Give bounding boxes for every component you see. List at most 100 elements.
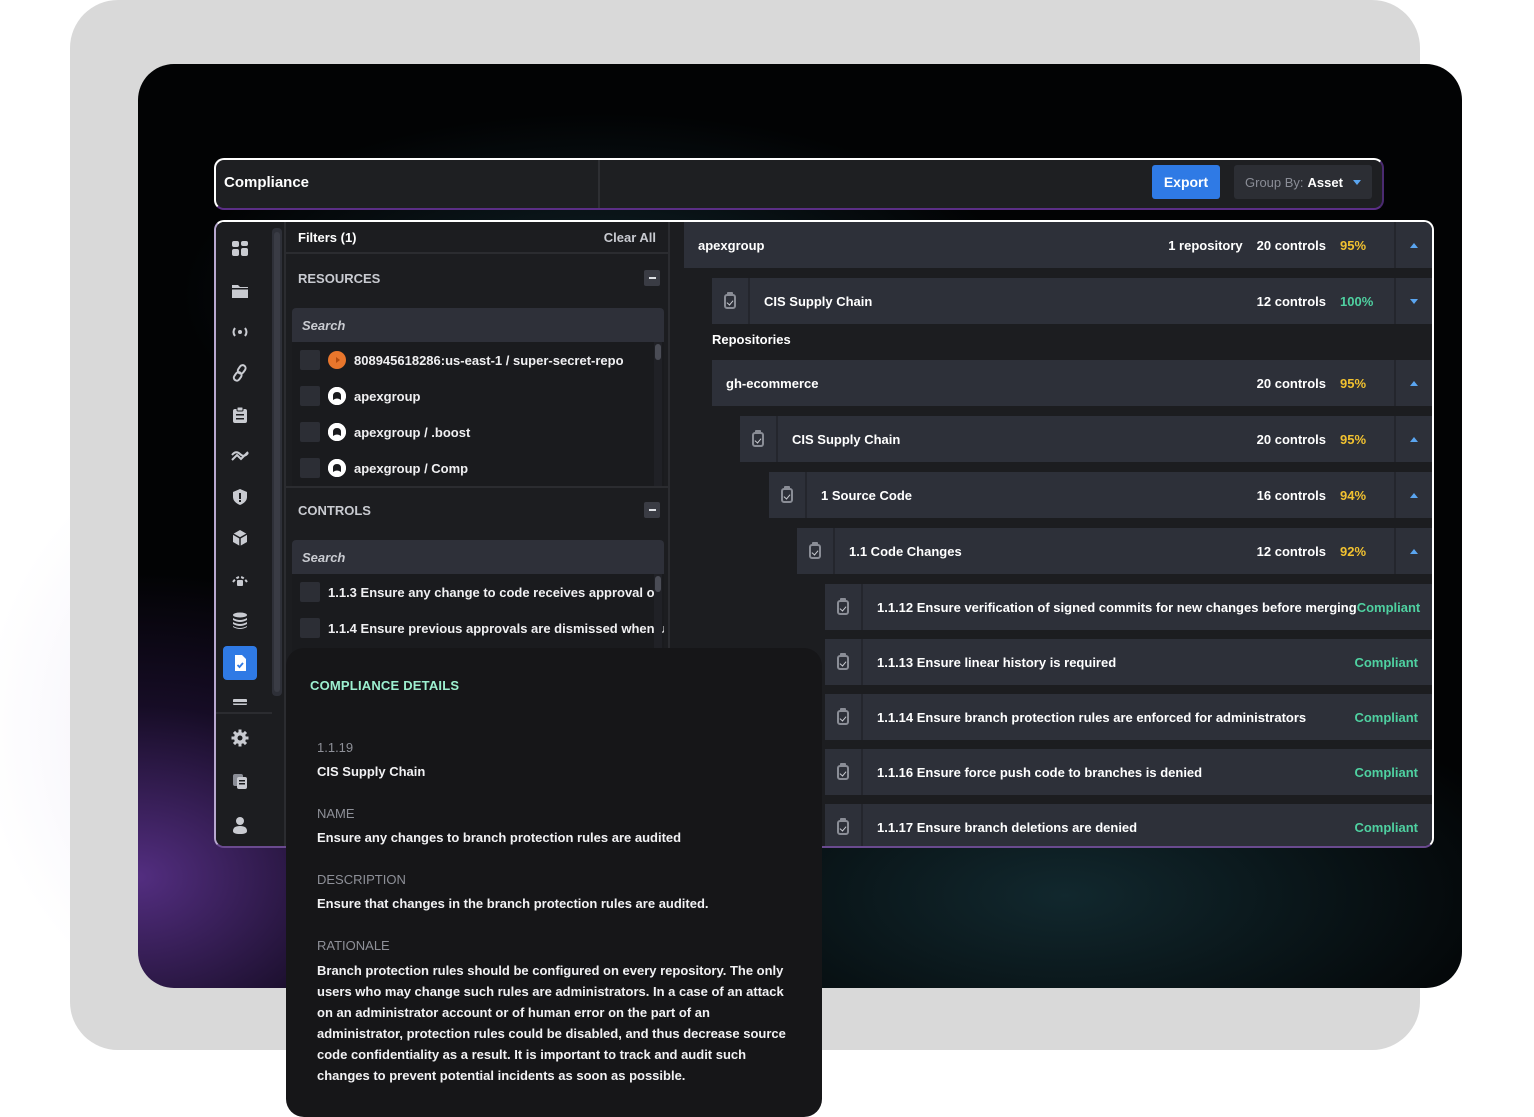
section-control-count: 16 controls: [1256, 487, 1326, 503]
resource-item[interactable]: apexgroup / Comp: [292, 450, 664, 486]
control-row[interactable]: 1.1.16 Ensure force push code to branche…: [825, 749, 1432, 795]
control-filter-label: 1.1.3 Ensure any change to code receives…: [328, 584, 659, 600]
control-filter-label: 1.1.4 Ensure previous approvals are dism…: [328, 620, 664, 636]
subsection-compliance-pct: 92%: [1340, 543, 1367, 559]
details-title: COMPLIANCE DETAILS: [310, 678, 460, 693]
description-value: Ensure that changes in the branch protec…: [317, 896, 709, 911]
nav-broadcast[interactable]: [223, 315, 257, 349]
subsection-row[interactable]: 1.1 Code Changes 12 controls 92%: [797, 528, 1432, 574]
framework-compliance-pct: 100%: [1340, 293, 1374, 309]
nav-reports[interactable]: [223, 398, 257, 432]
page-title: Compliance: [224, 174, 310, 191]
framework-row[interactable]: CIS Supply Chain 20 controls 95%: [740, 416, 1432, 462]
nav-security[interactable]: [223, 480, 257, 514]
control-checkbox[interactable]: [300, 618, 320, 638]
group-by-label: Group By:: [1245, 174, 1304, 190]
control-row[interactable]: 1.1.17 Ensure branch deletions are denie…: [825, 804, 1432, 846]
package-icon: [232, 530, 248, 546]
shield-alert-icon: [233, 489, 247, 505]
nav-compliance[interactable]: [223, 646, 257, 680]
nav-copy[interactable]: [223, 764, 257, 798]
resources-scrollbar-thumb[interactable]: [655, 344, 661, 360]
nav-profile[interactable]: [223, 808, 257, 842]
org-framework-row[interactable]: CIS Supply Chain 12 controls 100%: [712, 278, 1432, 324]
subsection-control-count: 12 controls: [1256, 543, 1326, 559]
resources-scrollbar[interactable]: [654, 342, 662, 486]
control-filter-item[interactable]: 1.1.4 Ensure previous approvals are dism…: [292, 610, 664, 646]
controls-label: CONTROLS: [298, 502, 371, 518]
org-control-count: 20 controls: [1256, 237, 1326, 253]
control-row[interactable]: 1.1.13 Ensure linear history is required…: [825, 639, 1432, 685]
nav-sidebar: [216, 222, 272, 846]
control-framework: CIS Supply Chain: [317, 764, 426, 779]
trend-icon: [231, 451, 249, 461]
nav-folder[interactable]: [223, 274, 257, 308]
control-name: 1.1.13 Ensure linear history is required: [877, 654, 1117, 670]
resource-checkbox[interactable]: [300, 458, 320, 478]
repo-row[interactable]: gh-ecommerce 20 controls 95%: [712, 360, 1432, 406]
resource-checkbox[interactable]: [300, 350, 320, 370]
clipboard-icon: [233, 406, 247, 423]
resources-collapse-button[interactable]: [644, 270, 660, 286]
framework-collapse-toggle[interactable]: [1394, 416, 1432, 462]
repositories-heading: Repositories: [712, 332, 791, 347]
controls-search-input[interactable]: Search: [292, 540, 664, 574]
header-divider: [598, 160, 600, 208]
nav-packages[interactable]: [223, 521, 257, 555]
section-collapse-toggle[interactable]: [1394, 472, 1432, 518]
section-row[interactable]: 1 Source Code 16 controls 94%: [769, 472, 1432, 518]
controls-collapse-button[interactable]: [644, 502, 660, 518]
resources-search-input[interactable]: Search: [292, 308, 664, 342]
framework-expand-toggle[interactable]: [1394, 278, 1432, 324]
group-by-dropdown[interactable]: Group By: Asset: [1234, 165, 1372, 199]
control-status: Compliant: [1354, 654, 1418, 670]
nav-scrollbar[interactable]: [272, 228, 282, 696]
chevron-up-icon: [1410, 242, 1418, 248]
resource-item[interactable]: apexgroup: [292, 378, 664, 414]
org-repo-count: 1 repository: [1168, 237, 1243, 253]
rationale-label: RATIONALE: [317, 938, 390, 953]
dashboard-icon: [232, 241, 248, 256]
github-icon: [328, 387, 346, 405]
clipboard-check-icon: [781, 485, 793, 503]
nav-inbox[interactable]: [223, 686, 257, 720]
resources-label: RESOURCES: [298, 270, 381, 286]
github-icon: [328, 459, 346, 477]
compliance-icon: [235, 655, 246, 671]
repo-collapse-toggle[interactable]: [1394, 360, 1432, 406]
control-status: Compliant: [1356, 599, 1421, 615]
controls-scrollbar[interactable]: [654, 574, 662, 654]
nav-links[interactable]: [223, 356, 257, 390]
org-collapse-toggle[interactable]: [1394, 222, 1432, 268]
nav-dashboard[interactable]: [223, 232, 257, 266]
link-icon: [232, 364, 247, 382]
export-button[interactable]: Export: [1152, 165, 1220, 199]
chevron-down-icon: [1410, 298, 1418, 304]
control-name: 1.1.14 Ensure branch protection rules ar…: [877, 709, 1307, 725]
chevron-up-icon: [1410, 492, 1418, 498]
framework-control-count: 12 controls: [1256, 293, 1326, 309]
group-by-value: Asset: [1307, 174, 1343, 190]
nav-database[interactable]: [223, 604, 257, 638]
nav-network[interactable]: [223, 563, 257, 597]
control-row[interactable]: 1.1.12 Ensure verification of signed com…: [825, 584, 1432, 630]
filters-separator: [286, 486, 668, 488]
repo-name: gh-ecommerce: [726, 375, 819, 391]
resource-checkbox[interactable]: [300, 422, 320, 442]
copy-icon: [233, 774, 247, 789]
subsection-collapse-toggle[interactable]: [1394, 528, 1432, 574]
resource-item[interactable]: apexgroup / .boost: [292, 414, 664, 450]
nav-settings[interactable]: [223, 721, 257, 755]
resource-item[interactable]: 808945618286:us-east-1 / super-secret-re…: [292, 342, 664, 378]
control-row[interactable]: 1.1.14 Ensure branch protection rules ar…: [825, 694, 1432, 740]
org-row[interactable]: apexgroup 1 repository 20 controls 95%: [684, 222, 1432, 268]
nav-trends[interactable]: [223, 439, 257, 473]
chevron-up-icon: [1410, 436, 1418, 442]
clear-all-button[interactable]: Clear All: [604, 230, 656, 245]
nav-scrollbar-thumb[interactable]: [274, 232, 280, 692]
compliance-details-card: COMPLIANCE DETAILS 1.1.19 CIS Supply Cha…: [286, 648, 822, 1117]
resource-checkbox[interactable]: [300, 386, 320, 406]
control-checkbox[interactable]: [300, 582, 320, 602]
controls-scrollbar-thumb[interactable]: [655, 576, 661, 592]
control-filter-item[interactable]: 1.1.3 Ensure any change to code receives…: [292, 574, 664, 610]
